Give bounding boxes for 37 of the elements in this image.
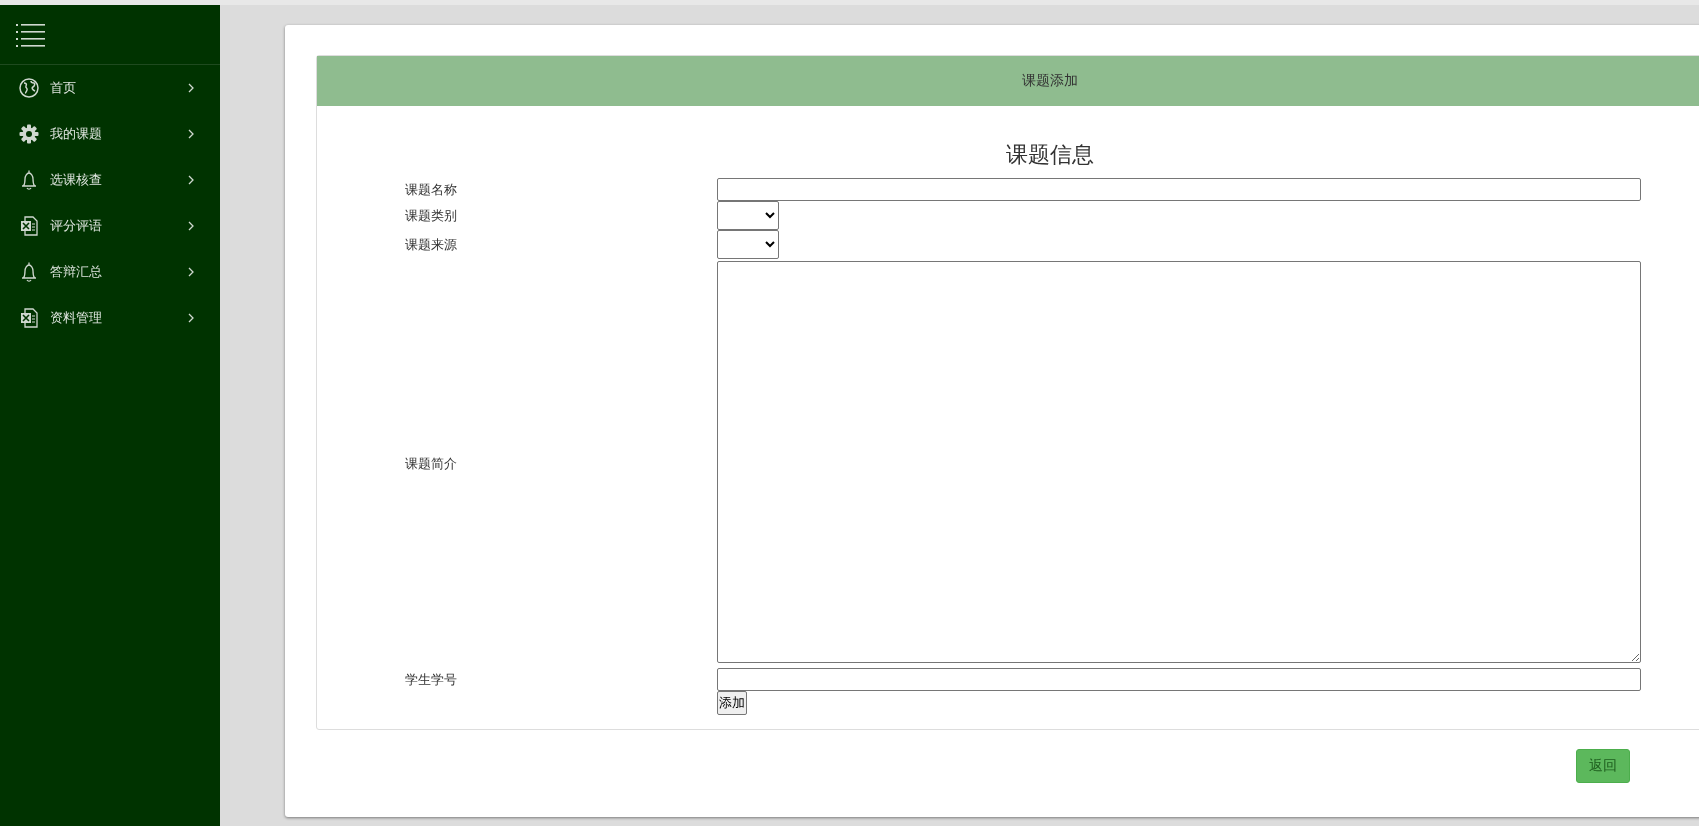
add-button[interactable]: 添加 (717, 691, 747, 715)
field-label: 学生学号 (405, 670, 458, 689)
spreadsheet-icon (20, 308, 38, 328)
sidebar-item[interactable]: 我的课题 (0, 111, 220, 157)
chevron-right-icon (188, 313, 194, 323)
chevron-right-icon (188, 221, 194, 231)
menu-icon[interactable] (16, 22, 46, 47)
bell-icon (19, 261, 39, 283)
chevron-right-icon (188, 83, 194, 93)
chevron-right-icon (188, 175, 194, 185)
sidebar-item-label: 答辩汇总 (50, 263, 103, 281)
chevron-right-icon (188, 129, 194, 139)
field-label: 课题来源 (405, 235, 458, 254)
globe-icon (19, 78, 39, 98)
sidebar-item[interactable]: 资料管理 (0, 295, 220, 341)
sidebar-item-label: 首页 (50, 79, 77, 97)
sidebar-item-label: 选课核查 (50, 171, 103, 189)
dropdown[interactable] (717, 230, 779, 259)
sidebar-item-label: 评分评语 (50, 217, 103, 235)
text-field[interactable] (717, 178, 1641, 201)
panel-title: 课题添加 (317, 56, 1699, 106)
sidebar-item[interactable]: 首页 (0, 65, 220, 111)
sidebar-item-label: 资料管理 (50, 309, 103, 327)
sidebar-item[interactable]: 选课核查 (0, 157, 220, 203)
gear-icon (19, 124, 39, 144)
dropdown[interactable] (717, 201, 779, 230)
form-heading: 课题信息 (1005, 141, 1095, 169)
sidebar-item[interactable]: 评分评语 (0, 203, 220, 249)
sidebar-item[interactable]: 答辩汇总 (0, 249, 220, 295)
field-label: 课题名称 (405, 180, 458, 199)
sidebar-item-label: 我的课题 (50, 125, 103, 143)
spreadsheet-icon (20, 216, 38, 236)
text-field[interactable] (717, 668, 1641, 691)
bell-icon (19, 169, 39, 191)
chevron-right-icon (188, 267, 194, 277)
field-label: 课题类别 (405, 206, 458, 225)
field-label: 课题简介 (405, 454, 458, 473)
